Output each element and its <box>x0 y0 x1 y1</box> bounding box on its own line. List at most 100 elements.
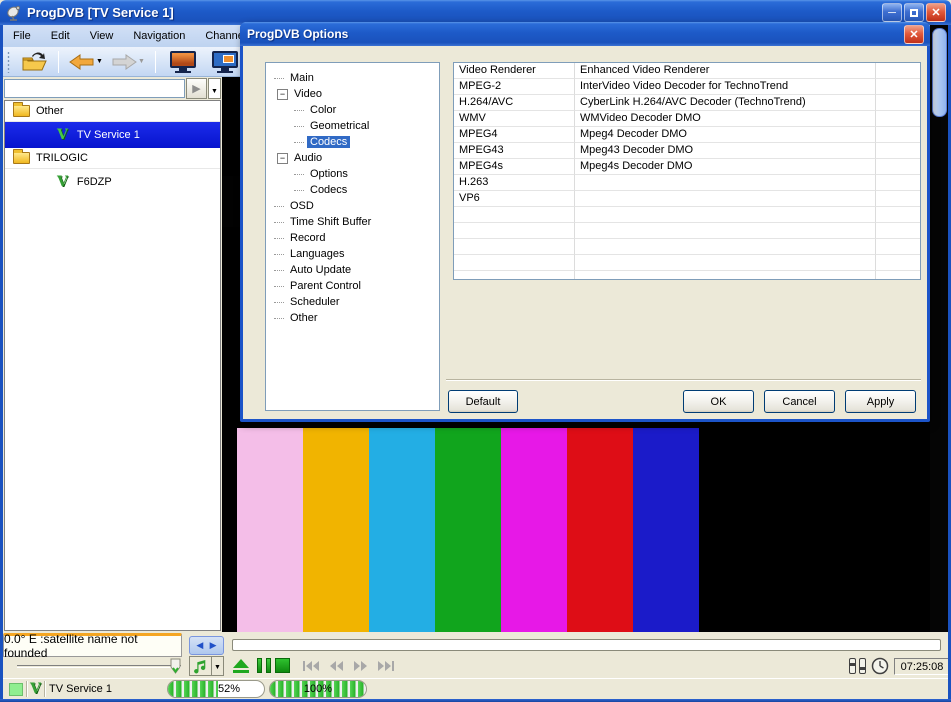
folder-icon <box>13 105 30 117</box>
cancel-button[interactable]: Cancel <box>764 390 835 413</box>
open-folder-button[interactable] <box>16 49 52 75</box>
prev-satellite-button[interactable]: ◀ <box>196 640 203 651</box>
rewind-button[interactable] <box>329 661 344 671</box>
codec-row[interactable]: MPEG4sMpeg4s Decoder DMO <box>454 159 920 175</box>
tree-item-codecs[interactable]: Codecs <box>266 182 439 198</box>
codec-row[interactable]: MPEG4Mpeg4 Decoder DMO <box>454 127 920 143</box>
volume-slider-track[interactable] <box>17 665 181 668</box>
tree-item-geometrical[interactable]: Geometrical <box>266 118 439 134</box>
codec-extra-cell <box>876 175 920 191</box>
tree-connector <box>294 174 304 175</box>
volume-slider-thumb[interactable] <box>170 658 181 679</box>
codec-decoder-cell: Mpeg43 Decoder DMO <box>575 143 876 159</box>
status-bar: V TV Service 1 52% 100% <box>3 678 948 699</box>
tree-item-audio[interactable]: −Audio <box>266 150 439 166</box>
apply-button[interactable]: Apply <box>845 390 916 413</box>
dialog-titlebar[interactable]: ProgDVB Options <box>240 22 930 46</box>
filter-dropdown-button[interactable]: ▼ <box>208 78 221 99</box>
toolbar-separator <box>155 51 156 73</box>
menu-item-view[interactable]: View <box>80 27 124 45</box>
skip-last-button[interactable] <box>377 661 394 671</box>
signal-status-icon <box>9 683 23 696</box>
stop-button[interactable] <box>275 658 290 673</box>
codec-decoder-cell <box>575 191 876 207</box>
codec-row[interactable]: MPEG43Mpeg43 Decoder DMO <box>454 143 920 159</box>
video-scrollbar-thumb[interactable] <box>932 28 947 117</box>
forward-dropdown-caret[interactable]: ▼ <box>138 58 145 65</box>
signal-progress-bar: 100% <box>269 680 367 698</box>
codec-row[interactable]: Video RendererEnhanced Video Renderer <box>454 63 920 79</box>
tree-item-time-shift-buffer[interactable]: Time Shift Buffer <box>266 214 439 230</box>
statusbar-separator <box>44 681 46 697</box>
codec-decoder-cell <box>575 239 876 255</box>
tree-item-label: Record <box>287 232 328 244</box>
tree-item-scheduler[interactable]: Scheduler <box>266 294 439 310</box>
tree-collapse-icon[interactable]: − <box>277 89 288 100</box>
channel-group[interactable]: TRILOGIC <box>5 148 220 169</box>
next-satellite-button[interactable]: ▶ <box>210 640 217 651</box>
channel-item[interactable]: VTV Service 1 <box>5 122 220 148</box>
menu-item-file[interactable]: File <box>3 27 41 45</box>
close-button[interactable]: ✕ <box>926 3 946 22</box>
maximize-button[interactable] <box>904 3 924 22</box>
tree-item-other[interactable]: Other <box>266 310 439 326</box>
progdvb-app: FileEditViewNavigationChannel ▼ ▼ <box>0 0 951 702</box>
codec-row[interactable]: VP6 <box>454 191 920 207</box>
dialog-close-button[interactable]: ✕ <box>904 25 924 44</box>
codec-row[interactable]: WMVWMVideo Decoder DMO <box>454 111 920 127</box>
channel-group[interactable]: Other <box>5 101 220 122</box>
tree-item-record[interactable]: Record <box>266 230 439 246</box>
tree-item-video[interactable]: −Video <box>266 86 439 102</box>
tree-item-main[interactable]: Main <box>266 70 439 86</box>
tree-item-languages[interactable]: Languages <box>266 246 439 262</box>
tree-item-label: OSD <box>287 200 317 212</box>
tree-item-color[interactable]: Color <box>266 102 439 118</box>
tree-item-options[interactable]: Options <box>266 166 439 182</box>
back-button[interactable]: ▼ <box>65 49 107 75</box>
tree-connector <box>294 190 304 191</box>
satellite-tab[interactable]: 0.0° E :satellite name not founded <box>3 633 182 657</box>
tree-item-label: Color <box>307 104 339 116</box>
tree-item-codecs[interactable]: Codecs <box>266 134 439 150</box>
codec-row-empty <box>454 239 920 255</box>
eject-button[interactable] <box>232 659 250 673</box>
tree-connector <box>274 238 284 239</box>
clock-button[interactable] <box>871 657 889 680</box>
codec-format-cell <box>454 223 575 239</box>
back-dropdown-caret[interactable]: ▼ <box>96 58 103 65</box>
codec-row[interactable]: H.264/AVCCyberLink H.264/AVC Decoder (Te… <box>454 95 920 111</box>
tree-connector <box>274 286 284 287</box>
toolbar-grip[interactable] <box>7 51 10 73</box>
search-input[interactable] <box>4 79 185 98</box>
skip-first-button[interactable] <box>303 661 320 671</box>
codec-row-empty <box>454 271 920 280</box>
codec-extra-cell <box>876 127 920 143</box>
codec-row[interactable]: MPEG-2InterVideo Video Decoder for Techn… <box>454 79 920 95</box>
tree-item-label: Options <box>307 168 351 180</box>
audio-track-dropdown[interactable]: ▼ <box>212 656 224 676</box>
pause-button[interactable] <box>257 658 271 673</box>
clock-display: 07:25:08 <box>894 658 950 675</box>
codec-format-cell: MPEG4s <box>454 159 575 175</box>
monitor-orange-icon <box>170 51 196 73</box>
options-dialog: ProgDVB Options ✕ Main−Video Color Geometr… <box>240 22 930 422</box>
ok-button[interactable]: OK <box>683 390 754 413</box>
tree-item-parent-control[interactable]: Parent Control <box>266 278 439 294</box>
codec-row[interactable]: H.263 <box>454 175 920 191</box>
forward-button[interactable]: ▼ <box>107 49 149 75</box>
video-window-button[interactable] <box>162 49 204 75</box>
menu-item-navigation[interactable]: Navigation <box>123 27 195 45</box>
audio-track-button[interactable] <box>189 656 212 676</box>
menu-item-edit[interactable]: Edit <box>41 27 80 45</box>
tree-item-auto-update[interactable]: Auto Update <box>266 262 439 278</box>
default-button[interactable]: Default <box>448 390 518 413</box>
channel-item[interactable]: VF6DZP <box>5 169 220 195</box>
stream-progress-label: 52% <box>218 683 265 695</box>
fast-forward-button[interactable] <box>353 661 368 671</box>
seek-bar[interactable] <box>232 639 941 651</box>
tree-collapse-icon[interactable]: − <box>277 153 288 164</box>
mixer-button[interactable] <box>849 658 866 674</box>
minimize-button[interactable]: ─ <box>882 3 902 22</box>
play-filter-button[interactable]: ▶ <box>186 78 207 99</box>
tree-item-osd[interactable]: OSD <box>266 198 439 214</box>
